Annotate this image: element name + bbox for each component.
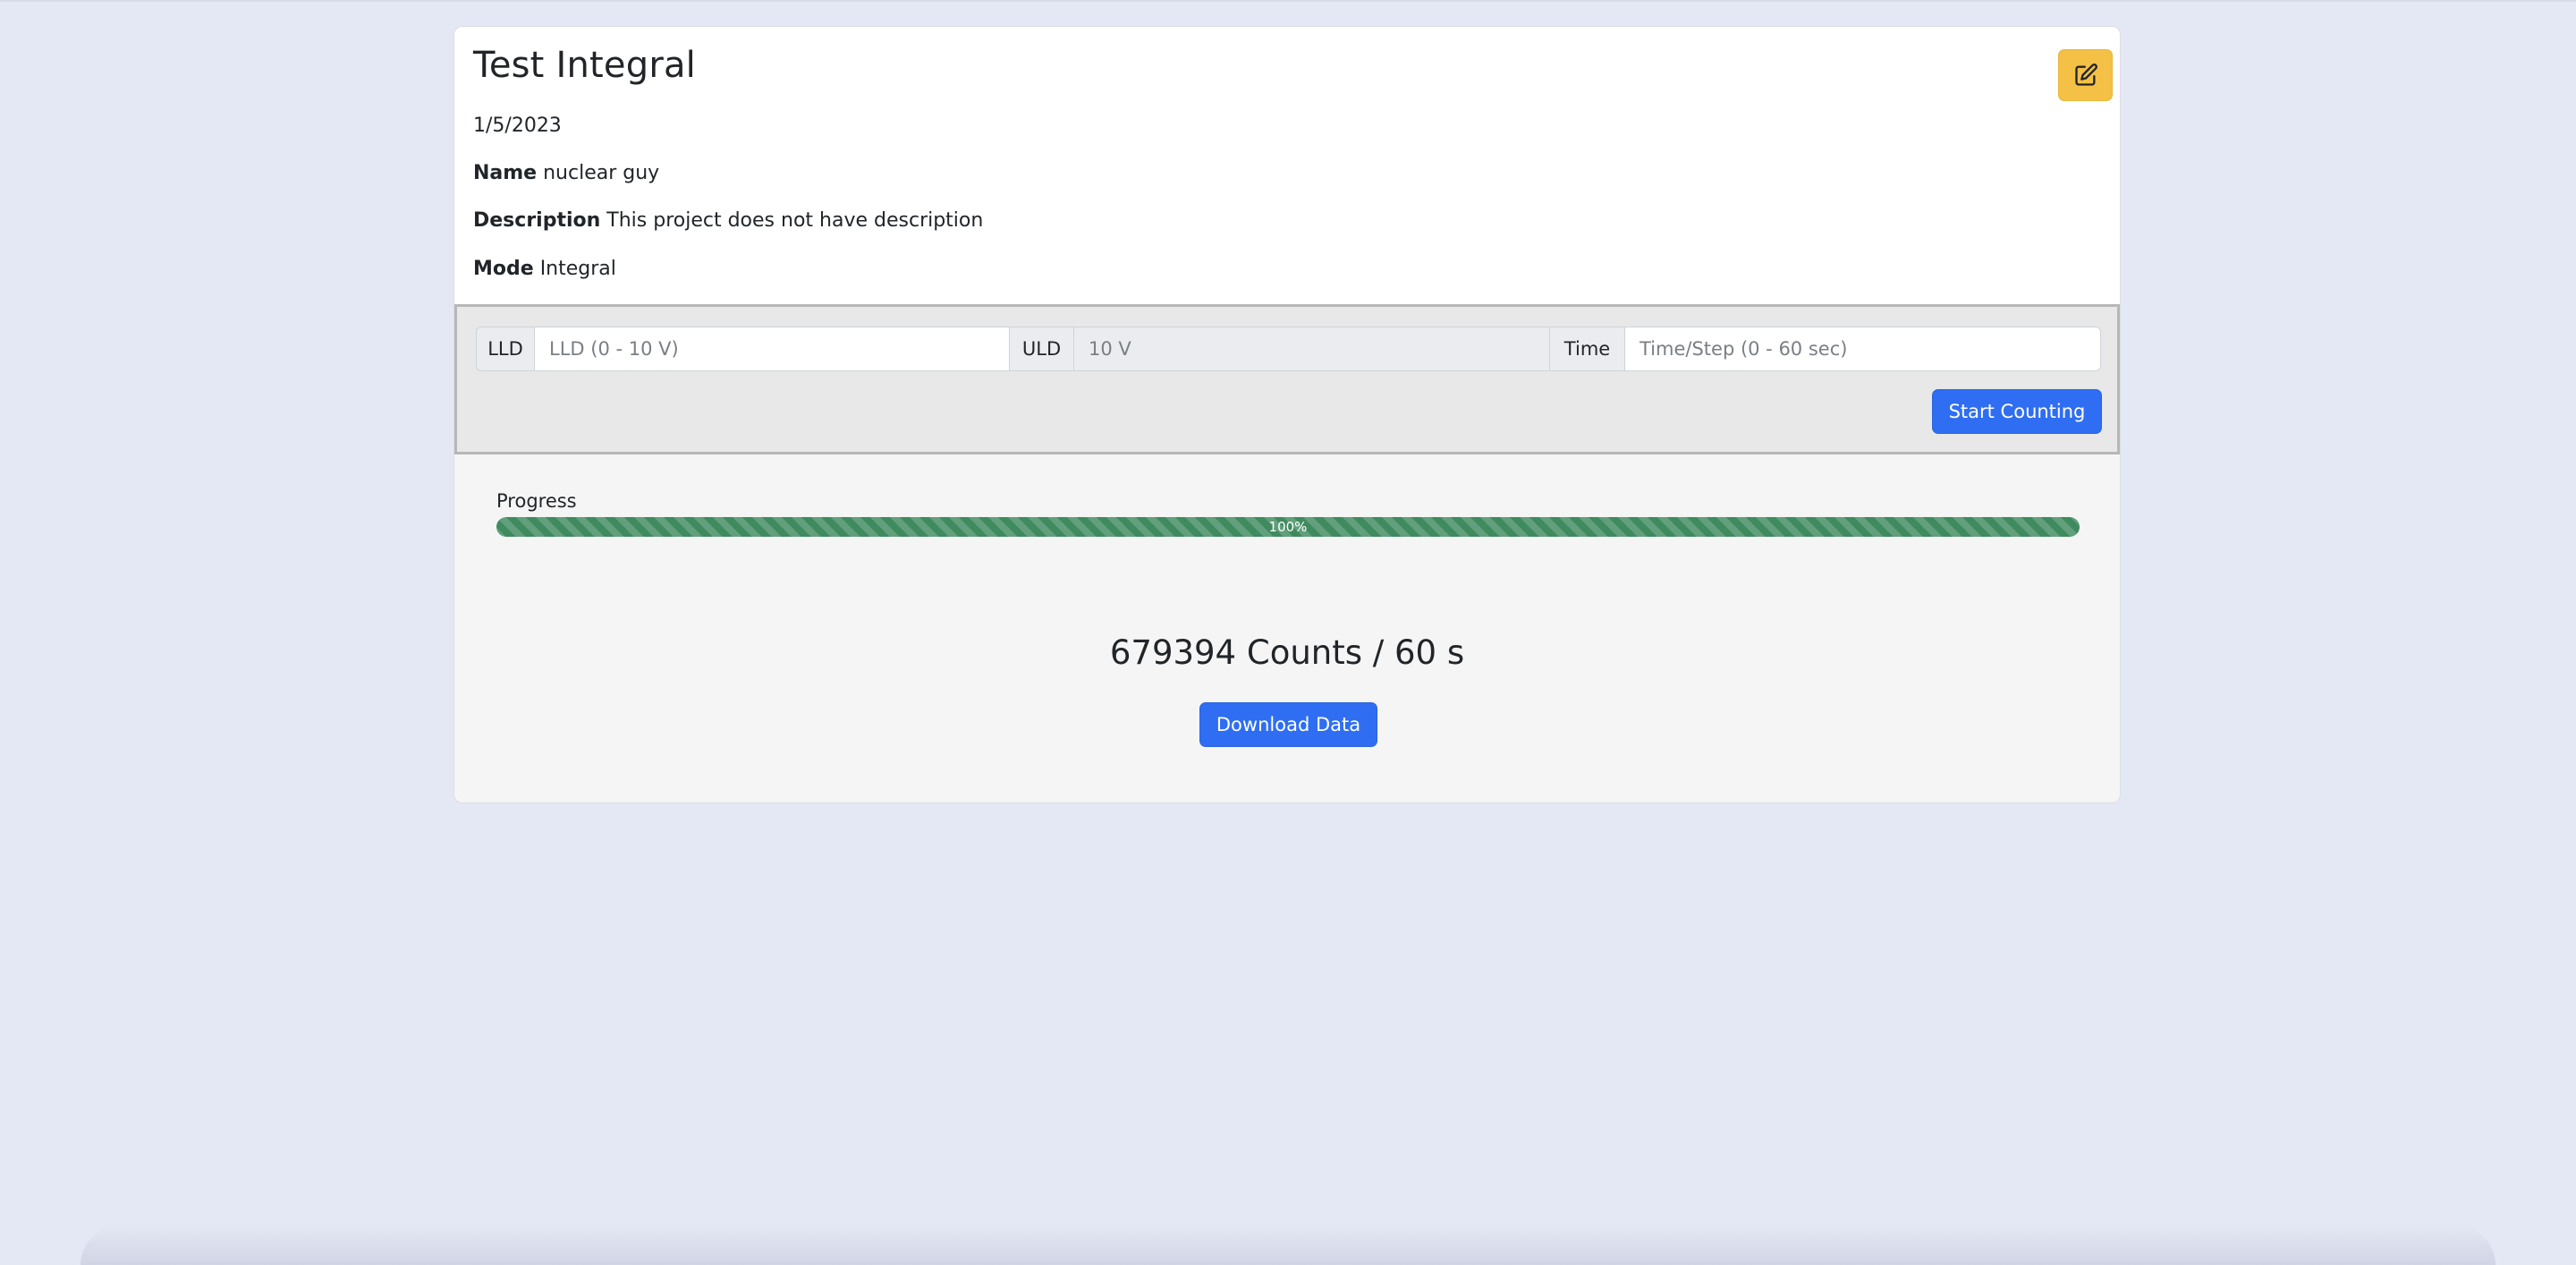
time-input[interactable]	[1640, 338, 2100, 360]
uld-field-wrap	[1074, 327, 1550, 371]
parameter-input-group: LLD ULD Time	[476, 327, 2101, 371]
lld-field-wrap	[535, 327, 1010, 371]
name-label: Name	[473, 162, 538, 184]
counting-controls: LLD ULD Time Start Counting	[454, 304, 2120, 454]
edit-icon	[2074, 64, 2097, 86]
project-name: Name nuclear guy	[473, 162, 659, 184]
progress-bar: 100%	[496, 517, 2080, 537]
counts-result: 679394 Counts / 60 s	[1109, 633, 1465, 672]
progress-percent: 100%	[1268, 519, 1308, 535]
uld-input[interactable]	[1089, 338, 1549, 360]
project-info: Test Integral 1/5/2023 Name nuclear guy …	[454, 27, 2120, 305]
start-counting-button[interactable]: Start Counting	[1932, 389, 2102, 434]
edit-button[interactable]	[2058, 49, 2113, 101]
time-label: Time	[1550, 327, 1625, 371]
project-mode: Mode Integral	[473, 258, 616, 280]
download-data-button[interactable]: Download Data	[1199, 702, 1377, 747]
lld-label: LLD	[476, 327, 535, 371]
project-date: 1/5/2023	[473, 115, 562, 137]
lld-input[interactable]	[549, 338, 1009, 360]
mode-value: Integral	[539, 258, 616, 280]
progress-label: Progress	[496, 490, 577, 512]
mode-label: Mode	[473, 258, 534, 280]
project-title: Test Integral	[473, 45, 696, 86]
name-value: nuclear guy	[543, 162, 660, 184]
time-field-wrap	[1625, 327, 2101, 371]
top-border	[0, 0, 2576, 2]
description-label: Description	[473, 209, 601, 232]
project-card: Test Integral 1/5/2023 Name nuclear guy …	[453, 26, 2121, 803]
progress-track: 100%	[496, 517, 2080, 537]
project-description: Description This project does not have d…	[473, 209, 983, 232]
uld-label: ULD	[1010, 327, 1074, 371]
description-value: This project does not have description	[606, 209, 984, 232]
bottom-shadow	[80, 1226, 2496, 1265]
